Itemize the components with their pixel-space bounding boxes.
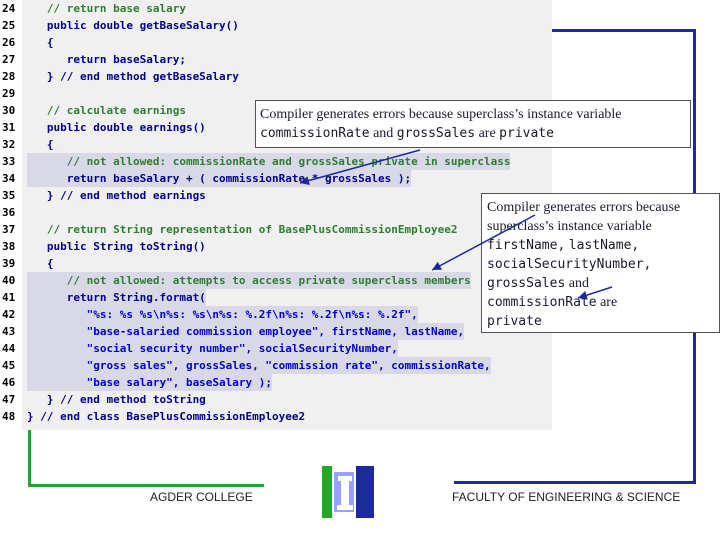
code-line: 38 public String toString() bbox=[0, 238, 552, 255]
line-number: 43 bbox=[2, 325, 16, 338]
line-number: 42 bbox=[2, 308, 16, 321]
code-text: "base salary", baseSalary ); bbox=[27, 374, 273, 391]
frame-top-line bbox=[552, 29, 696, 32]
code-text: return baseSalary + ( commissionRate * g… bbox=[27, 170, 412, 187]
code-text: { bbox=[27, 138, 54, 151]
code-text: public double earnings() bbox=[27, 121, 206, 134]
callout-2-var-commission-rate: commissionRate bbox=[487, 295, 597, 310]
code-line: 35 } // end method earnings bbox=[0, 187, 552, 204]
footer-right: FACULTY OF ENGINEERING & SCIENCE bbox=[452, 490, 681, 504]
frame-bottom-green-line bbox=[28, 484, 264, 487]
code-line: 25 public double getBaseSalary() bbox=[0, 17, 552, 34]
callout-2-line1: Compiler generates errors because bbox=[487, 200, 681, 215]
line-number: 25 bbox=[2, 19, 16, 32]
line-number: 34 bbox=[2, 172, 16, 185]
line-number: 40 bbox=[2, 274, 16, 287]
code-line: 26 { bbox=[0, 34, 552, 51]
line-number: 35 bbox=[2, 189, 16, 202]
code-text: "base-salaried commission employee", fir… bbox=[27, 323, 465, 340]
code-text: public String toString() bbox=[27, 240, 206, 253]
code-text: // return base salary bbox=[27, 2, 186, 15]
callout-1-private: private bbox=[499, 126, 554, 141]
line-number: 30 bbox=[2, 104, 16, 117]
code-line: 40 // not allowed: attempts to access pr… bbox=[0, 272, 552, 289]
line-number: 38 bbox=[2, 240, 16, 253]
code-text: // not allowed: commissionRate and gross… bbox=[27, 153, 511, 170]
code-text: "%s: %s %s\n%s: %s\n%s: %.2f\n%s: %.2f\n… bbox=[27, 306, 418, 323]
callout-1-var-commission-rate: commissionRate bbox=[260, 126, 370, 141]
code-text: // return String representation of BaseP… bbox=[27, 223, 458, 236]
code-line: 46 "base salary", baseSalary ); bbox=[0, 374, 552, 391]
code-line: 44 "social security number", socialSecur… bbox=[0, 340, 552, 357]
line-number: 32 bbox=[2, 138, 16, 151]
code-line: 24 // return base salary bbox=[0, 0, 552, 17]
line-number: 44 bbox=[2, 342, 16, 355]
line-number: 48 bbox=[2, 410, 16, 423]
line-number: 24 bbox=[2, 2, 16, 15]
line-number: 36 bbox=[2, 206, 16, 219]
code-text: "gross sales", grossSales, "commission r… bbox=[27, 357, 491, 374]
line-number: 33 bbox=[2, 155, 16, 168]
frame-left-green-line bbox=[28, 430, 31, 486]
code-line: 42 "%s: %s %s\n%s: %s\n%s: %.2f\n%s: %.2… bbox=[0, 306, 552, 323]
line-number: 46 bbox=[2, 376, 16, 389]
line-number: 41 bbox=[2, 291, 16, 304]
code-text: // not allowed: attempts to access priva… bbox=[27, 272, 471, 289]
callout-error-earnings: Compiler generates errors because superc… bbox=[255, 100, 691, 148]
code-line: 33 // not allowed: commissionRate and gr… bbox=[0, 153, 552, 170]
code-text: } // end class BasePlusCommissionEmploye… bbox=[27, 410, 306, 423]
line-number: 31 bbox=[2, 121, 16, 134]
callout-1-var-gross-sales: grossSales bbox=[396, 126, 476, 141]
code-text: public double getBaseSalary() bbox=[27, 19, 239, 32]
code-line: 37 // return String representation of Ba… bbox=[0, 221, 552, 238]
code-text: } // end method getBaseSalary bbox=[27, 70, 239, 83]
callout-2-are: are bbox=[600, 295, 618, 310]
line-number: 37 bbox=[2, 223, 16, 236]
callout-2-var-last-name: lastName, bbox=[568, 238, 640, 253]
code-line: 43 "base-salaried commission employee", … bbox=[0, 323, 552, 340]
line-number: 28 bbox=[2, 70, 16, 83]
code-text: // calculate earnings bbox=[27, 104, 186, 117]
code-line: 39 { bbox=[0, 255, 552, 272]
callout-2-and: and bbox=[568, 276, 589, 291]
frame-bottom-right-line bbox=[454, 481, 696, 484]
line-number: 26 bbox=[2, 36, 16, 49]
callout-2-line2: superclass’s instance variable bbox=[487, 219, 652, 234]
code-panel: 24 // return base salary 25 public double… bbox=[0, 0, 552, 430]
code-line: 47 } // end method toString bbox=[0, 391, 552, 408]
code-text: "social security number", socialSecurity… bbox=[27, 340, 398, 357]
callout-1-and: and bbox=[373, 126, 394, 141]
code-text: { bbox=[27, 257, 54, 270]
callout-error-tostring: Compiler generates errors because superc… bbox=[481, 193, 720, 333]
callout-2-private: private bbox=[487, 314, 542, 329]
line-number: 39 bbox=[2, 257, 16, 270]
code-line: 45 "gross sales", grossSales, "commissio… bbox=[0, 357, 552, 374]
callout-1-are: are bbox=[478, 126, 496, 141]
code-text: } // end method earnings bbox=[27, 189, 206, 202]
line-number: 45 bbox=[2, 359, 16, 372]
callout-2-var-gross-sales: grossSales bbox=[487, 276, 566, 291]
line-number: 27 bbox=[2, 53, 16, 66]
callout-2-var-ssn: socialSecurityNumber, bbox=[487, 257, 652, 272]
code-line: 28 } // end method getBaseSalary bbox=[0, 68, 552, 85]
code-text: return String.format( bbox=[27, 289, 206, 306]
code-line: 41 return String.format( bbox=[0, 289, 552, 306]
code-line: 34 return baseSalary + ( commissionRate … bbox=[0, 170, 552, 187]
line-number: 29 bbox=[2, 87, 16, 100]
code-text: { bbox=[27, 36, 54, 49]
code-text: } // end method toString bbox=[27, 393, 206, 406]
callout-2-var-first-name: firstName, bbox=[487, 238, 566, 253]
code-line: 36 bbox=[0, 204, 552, 221]
code-line: 48 } // end class BasePlusCommissionEmplo… bbox=[0, 408, 552, 425]
line-number: 47 bbox=[2, 393, 16, 406]
code-text: return baseSalary; bbox=[27, 53, 186, 66]
callout-1-text: Compiler generates errors because superc… bbox=[260, 107, 622, 122]
footer-left: AGDER COLLEGE bbox=[150, 490, 253, 504]
code-line: 27 return baseSalary; bbox=[0, 51, 552, 68]
college-logo bbox=[322, 466, 374, 518]
